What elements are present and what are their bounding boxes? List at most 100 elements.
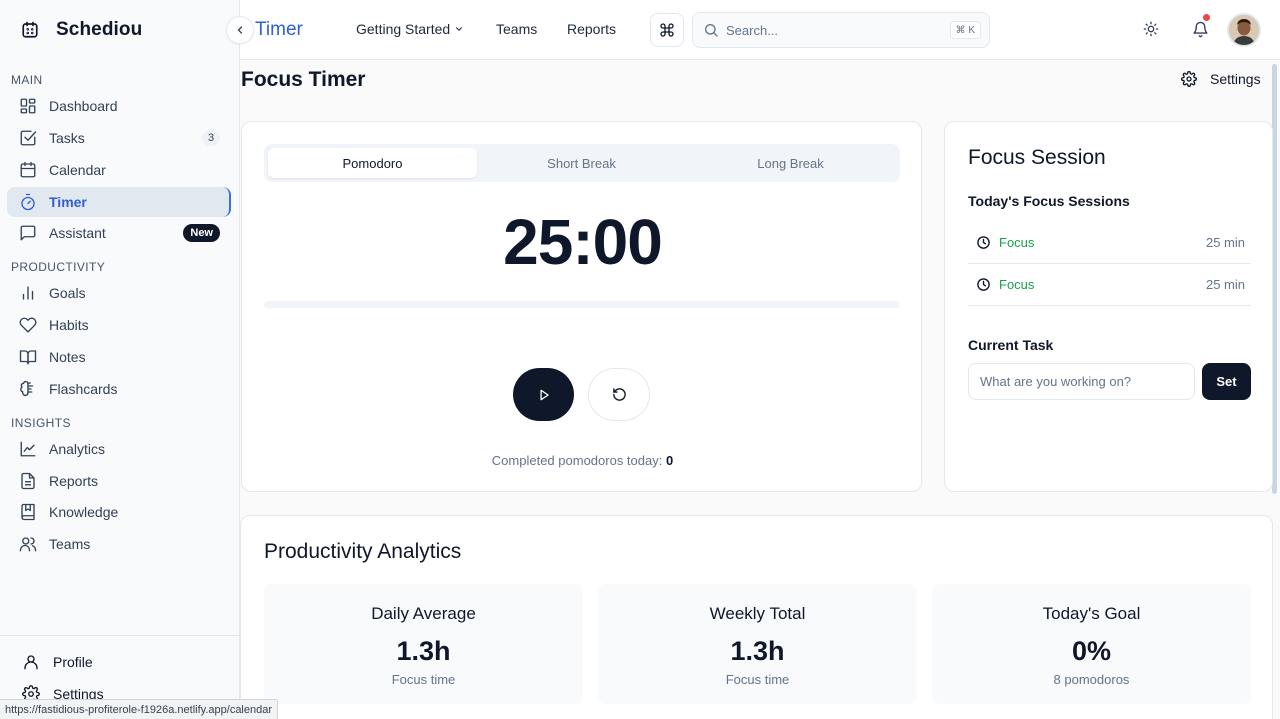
section-title-insights: INSIGHTS (11, 416, 71, 430)
completed-pomodoros: Completed pomodoros today: 0 (242, 453, 923, 468)
reset-timer-button[interactable] (588, 368, 650, 421)
calendar-icon (19, 161, 37, 179)
user-avatar[interactable] (1227, 13, 1261, 47)
nav-getting-started[interactable]: Getting Started (356, 21, 464, 37)
timer-display: 25:00 (503, 206, 663, 278)
sidebar-item-flashcards[interactable]: Flashcards (7, 374, 231, 404)
stat-daily-average: Daily Average 1.3h Focus time (264, 584, 583, 704)
nav-teams[interactable]: Teams (496, 21, 537, 37)
sidebar-item-label: Timer (49, 194, 87, 210)
notifications-button[interactable] (1189, 14, 1211, 40)
user-icon (22, 653, 40, 671)
sidebar-item-habits[interactable]: Habits (7, 310, 231, 340)
clock-icon (976, 277, 991, 292)
set-task-button[interactable]: Set (1202, 363, 1251, 400)
stat-sub: Focus time (391, 672, 456, 687)
sidebar-item-label: Assistant (49, 225, 106, 241)
stat-sub: 8 pomodoros (1053, 672, 1130, 687)
gear-icon (1181, 71, 1197, 87)
focus-session-title: Focus Session (968, 146, 1106, 169)
sidebar-profile[interactable]: Profile (22, 653, 93, 671)
page-title: Focus Timer (241, 68, 366, 91)
sidebar-item-teams[interactable]: Teams (7, 529, 231, 559)
stat-value: 0% (1071, 636, 1112, 666)
sidebar-item-label: Goals (49, 285, 86, 301)
stat-weekly-total: Weekly Total 1.3h Focus time (598, 584, 917, 704)
document-icon (19, 472, 37, 490)
chevron-down-icon (454, 24, 464, 34)
search-icon (703, 22, 719, 38)
sun-icon (1143, 21, 1159, 37)
stat-value: 1.3h (730, 636, 785, 666)
sidebar-item-timer[interactable]: Timer (7, 187, 231, 217)
stat-label: Today's Goal (1042, 604, 1141, 623)
book-icon (19, 348, 37, 366)
sidebar-item-label: Calendar (49, 162, 106, 178)
top-header: Timer Getting Started Teams Reports ⌘ K (240, 0, 1280, 60)
timer-mode-tabs: Pomodoro Short Break Long Break (264, 144, 900, 182)
search-box[interactable]: ⌘ K (692, 12, 990, 48)
timer-icon (19, 193, 37, 211)
session-label: Focus (999, 235, 1035, 250)
sidebar-item-knowledge[interactable]: Knowledge (7, 497, 231, 527)
nav-teams-label: Teams (496, 21, 538, 37)
sidebar-item-calendar[interactable]: Calendar (7, 155, 231, 185)
sidebar: Schediou MAIN Dashboard Tasks 3 Calendar… (0, 0, 240, 719)
notification-dot (1203, 14, 1210, 21)
timer-settings-button[interactable]: Settings (1181, 71, 1261, 87)
app-name: Schediou (56, 19, 143, 40)
section-title-main: MAIN (11, 73, 43, 87)
nav-getting-started-label: Getting Started (356, 21, 451, 37)
sidebar-item-label: Analytics (49, 441, 106, 457)
profile-label: Profile (53, 654, 93, 670)
sidebar-item-reports[interactable]: Reports (7, 466, 231, 496)
session-duration: 25 min (1205, 235, 1245, 250)
search-input[interactable] (726, 22, 926, 38)
tab-long-break[interactable]: Long Break (686, 148, 895, 178)
timer-progress-bar (264, 301, 900, 308)
reset-icon (612, 387, 627, 402)
sidebar-item-tasks[interactable]: Tasks 3 (7, 123, 231, 153)
line-chart-icon (19, 440, 37, 458)
calendar-logo-icon (21, 21, 39, 39)
new-badge: New (183, 224, 220, 242)
play-icon (537, 388, 551, 402)
sidebar-item-label: Flashcards (49, 381, 118, 397)
sidebar-item-analytics[interactable]: Analytics (7, 434, 231, 464)
timer-card: Pomodoro Short Break Long Break 25:00 Co… (241, 121, 922, 492)
sidebar-item-notes[interactable]: Notes (7, 342, 231, 372)
tab-short-break[interactable]: Short Break (477, 148, 686, 178)
heart-icon (19, 316, 37, 334)
bookmark-book-icon (19, 503, 37, 521)
command-palette-button[interactable] (650, 13, 684, 47)
sidebar-item-assistant[interactable]: Assistant New (7, 218, 231, 248)
stat-label: Weekly Total (709, 604, 806, 623)
sidebar-item-dashboard[interactable]: Dashboard (7, 91, 231, 121)
stat-label: Daily Average (371, 604, 476, 623)
clock-icon (976, 235, 991, 250)
current-task-input[interactable] (968, 363, 1195, 400)
status-bar-url: https://fastidious-profiterole-f1926a.ne… (0, 699, 279, 719)
productivity-analytics-card: Productivity Analytics Daily Average 1.3… (240, 515, 1273, 719)
stat-sub: Focus time (725, 672, 790, 687)
stat-value: 1.3h (396, 636, 451, 666)
tab-pomodoro[interactable]: Pomodoro (268, 148, 477, 178)
list-item: Focus 25 min (968, 222, 1251, 264)
dashboard-icon (19, 97, 37, 115)
bell-icon (1192, 21, 1209, 38)
collapse-sidebar-button[interactable] (226, 16, 254, 44)
session-label: Focus (999, 277, 1035, 292)
session-duration: 25 min (1205, 277, 1245, 292)
sidebar-item-label: Habits (49, 317, 89, 333)
brand[interactable]: Schediou (0, 0, 240, 60)
header-page-title: Timer (255, 19, 303, 40)
section-title-productivity: PRODUCTIVITY (11, 260, 106, 274)
sidebar-item-goals[interactable]: Goals (7, 278, 231, 308)
theme-toggle-button[interactable] (1140, 18, 1162, 40)
bar-chart-icon (19, 284, 37, 302)
nav-reports[interactable]: Reports (567, 21, 616, 37)
brain-icon (19, 380, 37, 398)
start-timer-button[interactable] (513, 368, 574, 421)
search-shortcut-hint: ⌘ K (949, 21, 981, 39)
todays-sessions-heading: Today's Focus Sessions (968, 193, 1130, 209)
